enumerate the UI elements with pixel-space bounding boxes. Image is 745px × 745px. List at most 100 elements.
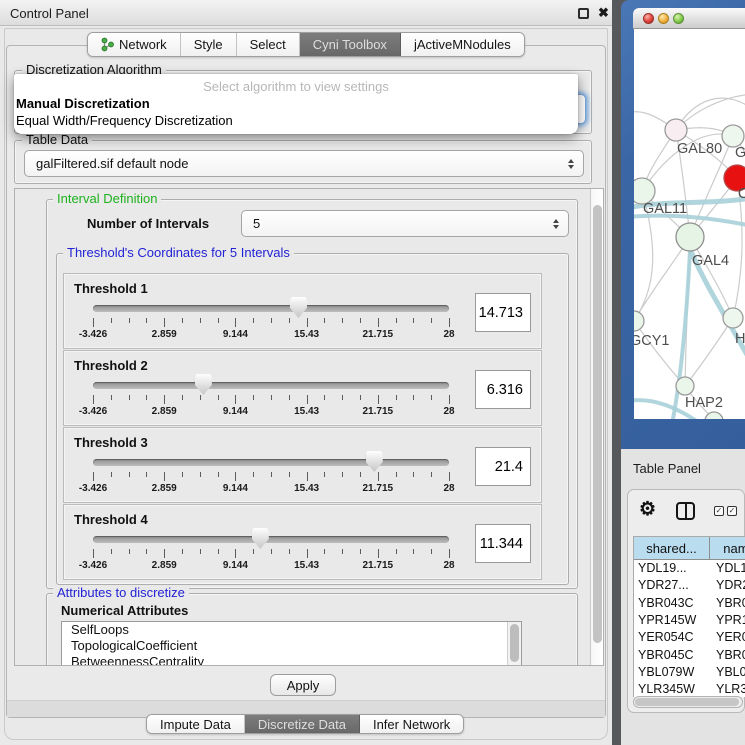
- slider-thumb[interactable]: [366, 451, 383, 472]
- control-panel-title: Control Panel: [10, 6, 89, 21]
- tab-style[interactable]: Style: [181, 33, 237, 56]
- slider-tick: [307, 549, 308, 558]
- table-row[interactable]: YDL19...YDL19: [634, 560, 745, 577]
- slider-tick-label: 15.43: [275, 483, 339, 494]
- list-item-topologicalcoefficient[interactable]: TopologicalCoefficient: [62, 638, 521, 654]
- threshold-value-field[interactable]: 21.4: [475, 447, 531, 486]
- settings-scrollbar-thumb[interactable]: [593, 205, 602, 643]
- number-of-intervals-combobox[interactable]: 5: [241, 210, 569, 237]
- slider-tick-label: 21.715: [346, 560, 410, 571]
- numerical-attributes-list[interactable]: SelfLoopsTopologicalCoefficientBetweenne…: [61, 621, 522, 666]
- network-edge[interactable]: [634, 237, 690, 321]
- tab-network[interactable]: Network: [88, 33, 181, 56]
- network-node[interactable]: [722, 125, 744, 147]
- network-node[interactable]: [723, 308, 743, 328]
- slider-track[interactable]: [93, 536, 449, 543]
- network-edge[interactable]: [634, 321, 685, 386]
- network-node[interactable]: [676, 223, 704, 251]
- split-columns-icon[interactable]: [676, 502, 695, 520]
- slider-thumb[interactable]: [252, 528, 269, 549]
- combo-stepper-icon: [553, 219, 559, 229]
- checkbox-icon[interactable]: ✓: [727, 506, 737, 516]
- slider-tick: [253, 549, 254, 554]
- network-node[interactable]: [676, 377, 694, 395]
- slider-tick: [307, 318, 308, 327]
- table-row[interactable]: YBL079WYBL07: [634, 664, 745, 681]
- slider-tick: [324, 318, 325, 323]
- column-header-name[interactable]: name: [710, 537, 745, 560]
- slider-tick-label: 9.144: [203, 406, 267, 417]
- network-edge[interactable]: [685, 318, 733, 386]
- cell-shared-name: YER054C: [638, 630, 694, 644]
- slider-tick-label: 9.144: [203, 483, 267, 494]
- threshold-value-field[interactable]: 6.316: [475, 370, 531, 409]
- table-row[interactable]: YER054CYER05: [634, 629, 745, 646]
- threshold-label: Threshold 1: [74, 281, 148, 296]
- checkbox-icon[interactable]: ✓: [714, 506, 724, 516]
- slider-thumb[interactable]: [195, 374, 212, 395]
- close-icon[interactable]: ✖: [598, 5, 609, 21]
- float-window-icon[interactable]: [578, 8, 589, 19]
- tab-infer-network[interactable]: Infer Network: [360, 715, 463, 733]
- settings-vertical-scrollbar[interactable]: [590, 189, 604, 665]
- tab-impute-data[interactable]: Impute Data: [147, 715, 245, 733]
- column-header-shared[interactable]: shared...: [634, 537, 710, 560]
- slider-tick-label: 21.715: [346, 483, 410, 494]
- table-horizontal-scrollbar[interactable]: [633, 696, 743, 708]
- slider-tick-label: 21.715: [346, 329, 410, 340]
- node-label-gcy1: GCY1: [634, 333, 670, 349]
- popup-item-manual-discretization[interactable]: Manual Discretization: [16, 96, 150, 111]
- tab-discretize-data[interactable]: Discretize Data: [245, 715, 360, 733]
- tab-select[interactable]: Select: [237, 33, 300, 56]
- network-node[interactable]: [634, 311, 644, 331]
- slider-tick: [449, 472, 450, 481]
- cell-shared-name: YLR345W: [638, 682, 695, 696]
- table-row[interactable]: YLR345W YLR34: [634, 681, 745, 697]
- slider-track[interactable]: [93, 382, 449, 389]
- slider-tick: [235, 549, 236, 558]
- slider-tick: [111, 472, 112, 477]
- slider-tick-label: 28: [417, 483, 481, 494]
- network-node[interactable]: [665, 119, 687, 141]
- settings-scrollpane: Interval Definition Number of Intervals …: [14, 188, 604, 666]
- desktop: Control Panel ✖ Network Style SelectCyni T…: [0, 0, 745, 745]
- popup-item-equal-width-frequency[interactable]: Equal Width/Frequency Discretization: [16, 113, 233, 128]
- table-row[interactable]: YBR045CYBR04: [634, 647, 745, 664]
- slider-tick: [200, 395, 201, 400]
- tab-label: Style: [194, 37, 223, 52]
- table-data-combobox[interactable]: galFiltered.sif default node: [24, 150, 584, 177]
- table-row[interactable]: YDR27...YDR27: [634, 577, 745, 594]
- network-canvas[interactable]: GAL80GACGAL11GAL4GCY1HHAP2: [634, 29, 745, 419]
- list-item-selfloops[interactable]: SelfLoops: [62, 622, 521, 638]
- zoom-traffic-light-icon[interactable]: [673, 13, 684, 24]
- list-scrollbar[interactable]: [507, 622, 521, 666]
- cell-name: YLR34: [716, 682, 745, 696]
- node-label-ga: GA: [735, 145, 745, 161]
- list-scrollbar-thumb[interactable]: [510, 624, 519, 662]
- cell-shared-name: YBR045C: [638, 648, 694, 662]
- table-row[interactable]: YPR145WYPR14: [634, 612, 745, 629]
- slider-track[interactable]: [93, 305, 449, 312]
- close-traffic-light-icon[interactable]: [643, 13, 654, 24]
- slider-tick: [253, 472, 254, 477]
- minimize-traffic-light-icon[interactable]: [658, 13, 669, 24]
- table-row[interactable]: YBR043CYBR04: [634, 595, 745, 612]
- slider-tick-label: 2.859: [132, 406, 196, 417]
- control-panel-window: Control Panel ✖ Network Style SelectCyni T…: [0, 0, 612, 745]
- threshold-value-field[interactable]: 14.713: [475, 293, 531, 332]
- gear-icon[interactable]: ⚙: [639, 498, 656, 521]
- slider-tick: [164, 472, 165, 481]
- slider-track[interactable]: [93, 459, 449, 466]
- slider-thumb[interactable]: [290, 297, 307, 318]
- threshold-row-2: Threshold 2-3.4262.8599.14415.4321.71528…: [63, 350, 542, 426]
- apply-button[interactable]: Apply: [270, 674, 336, 696]
- slider-tick: [449, 395, 450, 404]
- tab-jactivemnodules[interactable]: jActiveMNodules: [401, 33, 524, 56]
- table-scrollbar-thumb[interactable]: [635, 698, 739, 706]
- threshold-value-field[interactable]: 11.344: [475, 524, 531, 563]
- network-window-titlebar: [633, 8, 745, 29]
- slider-tick: [93, 549, 94, 558]
- list-item-betweennesscentrality[interactable]: BetweennessCentrality: [62, 654, 521, 666]
- node-attribute-table[interactable]: shared...nameYDL19...YDL19YDR27...YDR27Y…: [633, 536, 745, 697]
- tab-cyni-toolbox[interactable]: Cyni Toolbox: [300, 33, 401, 56]
